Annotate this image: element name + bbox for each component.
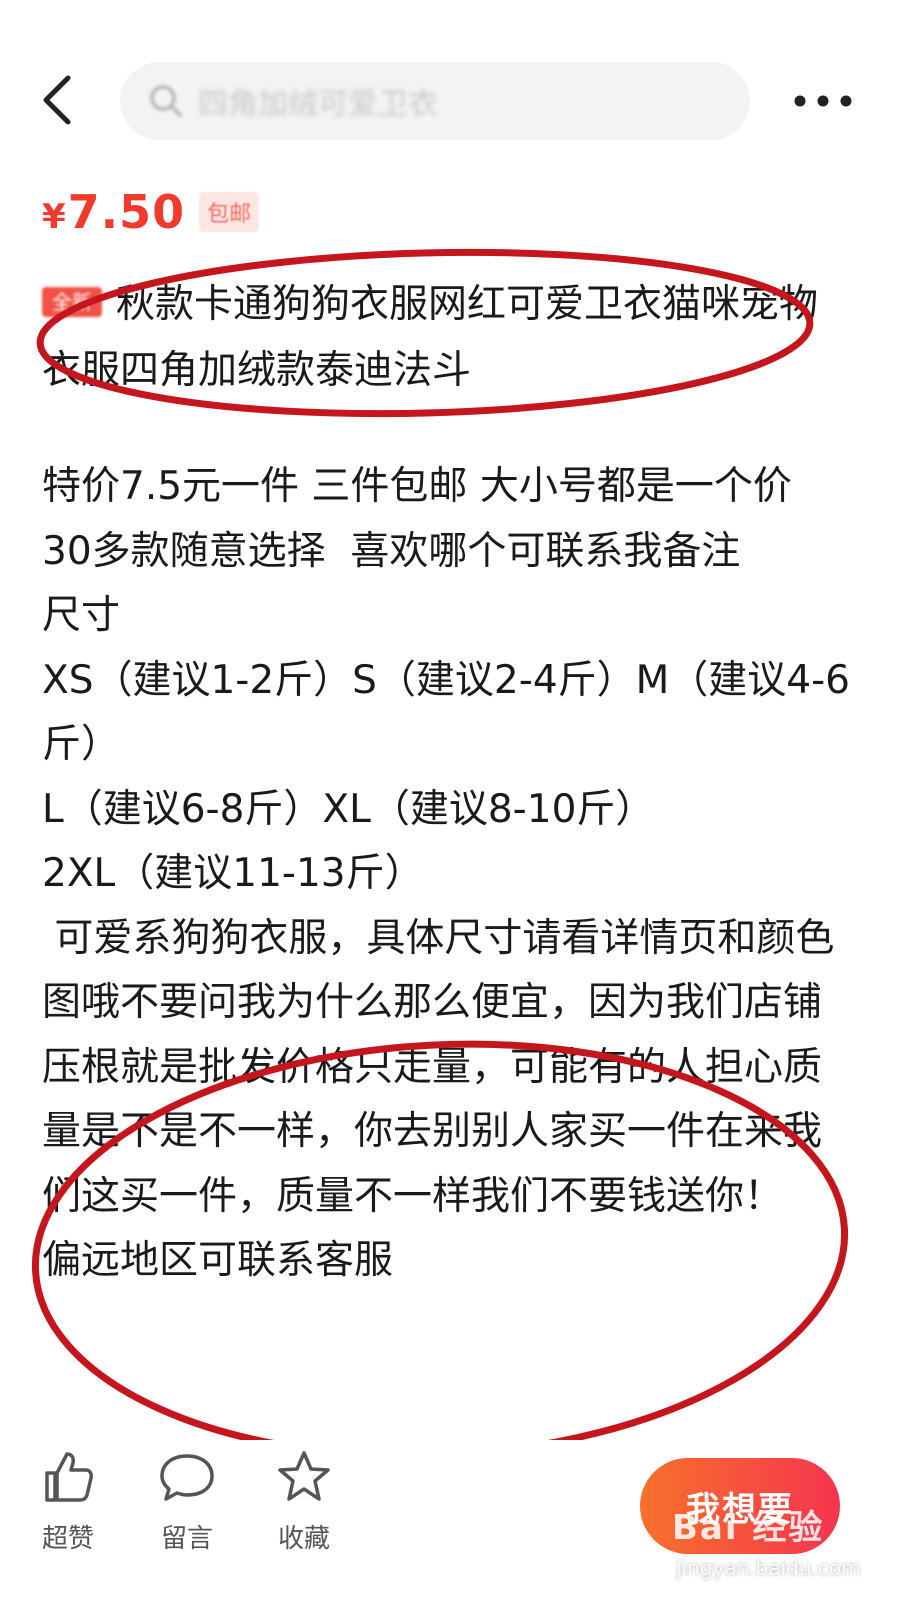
description-line: L（建议6-8斤）XL（建议8-10斤）	[42, 786, 655, 832]
product-detail-page: 四角加绒可爱卫衣 ¥ 7.50 包邮 全新 秋款卡通狗狗衣服网红可爱卫衣猫咪宠物衣…	[0, 0, 900, 1600]
product-title-text: 秋款卡通狗狗衣服网红可爱卫衣猫咪宠物衣服四角加绒款泰迪法斗	[42, 282, 819, 393]
search-icon	[150, 85, 182, 117]
new-condition-badge: 全新	[42, 287, 102, 317]
description-line: 30多款随意选择 喜欢哪个可联系我备注	[42, 528, 741, 574]
bottom-action-bar: 超赞 留言 收藏 我想要	[0, 1440, 900, 1600]
description-line: 2XL（建议11-13斤）	[42, 851, 424, 896]
favorite-label: 收藏	[277, 1524, 330, 1554]
currency-symbol: ¥	[42, 197, 66, 237]
description-line: 可爱系狗狗衣服，具体尺寸请看详情页和颜色图哦不要问我为什么那么便宜，因为我们店铺…	[42, 915, 835, 1219]
comment-label: 留言	[160, 1524, 213, 1554]
description-line: 偏远地区可联系客服	[42, 1238, 394, 1283]
price-row: ¥ 7.50 包邮	[42, 185, 260, 239]
star-icon	[278, 1451, 330, 1501]
description-line: 尺寸	[42, 593, 121, 638]
favorite-button[interactable]: 收藏	[254, 1448, 354, 1555]
top-bar: 四角加绒可爱卫衣	[0, 0, 900, 190]
more-dots-icon	[794, 95, 852, 107]
like-label: 超赞	[41, 1524, 94, 1554]
product-description: 特价7.5元一件 三件包邮 大小号都是一个价 30多款随意选择 喜欢哪个可联系我…	[42, 455, 852, 1430]
free-shipping-badge: 包邮	[199, 192, 260, 232]
more-options-button[interactable]	[790, 78, 856, 124]
search-input[interactable]: 四角加绒可爱卫衣	[120, 62, 750, 140]
description-line: XS（建议1-2斤）S（建议2-4斤）M（建议4-6斤）	[42, 657, 850, 768]
like-button[interactable]: 超赞	[18, 1448, 118, 1555]
back-arrow-icon	[43, 75, 71, 125]
back-button[interactable]	[30, 70, 90, 130]
thumbs-up-icon	[45, 1452, 93, 1502]
product-title: 全新 秋款卡通狗狗衣服网红可爱卫衣猫咪宠物衣服四角加绒款泰迪法斗	[42, 272, 842, 404]
comment-button[interactable]: 留言	[137, 1448, 237, 1555]
description-line: 特价7.5元一件 三件包邮 大小号都是一个价	[42, 464, 792, 509]
price-value: 7.50	[67, 185, 186, 239]
search-placeholder: 四角加绒可爱卫衣	[198, 87, 438, 122]
want-button[interactable]: 我想要	[640, 1458, 840, 1554]
comment-bubble-icon	[160, 1454, 214, 1501]
